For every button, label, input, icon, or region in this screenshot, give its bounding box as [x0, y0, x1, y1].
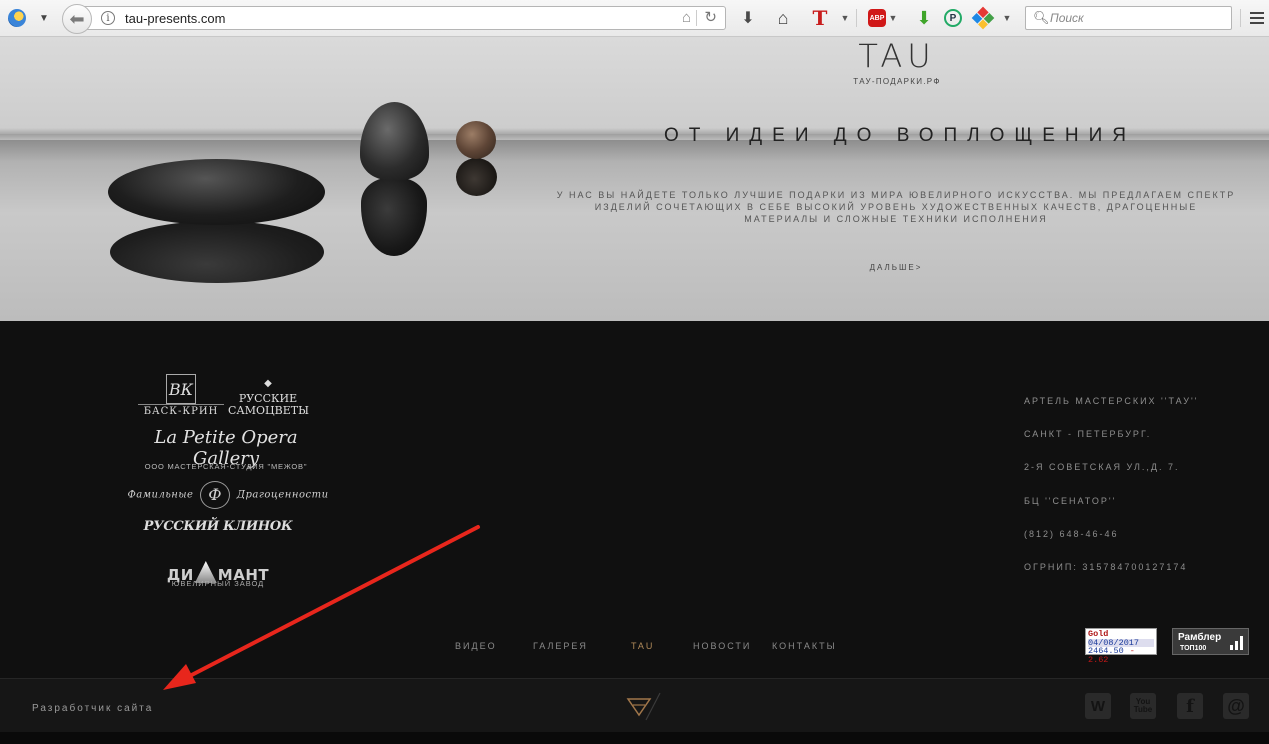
nav-tau[interactable]: TAU [631, 641, 654, 651]
egg-stone-image [360, 102, 429, 180]
page-edge [0, 732, 1269, 744]
hero-banner: TAU ТАУ-ПОДАРКИ.РФ ОТ ИДЕИ ДО ВОПЛОЩЕНИЯ… [0, 37, 1269, 321]
adblock-icon[interactable]: ABP [868, 9, 886, 27]
nav-video[interactable]: ВИДЕО [455, 641, 497, 651]
youtube-icon[interactable]: You Tube [1130, 693, 1156, 719]
search-icon: 🔍︎ [1033, 10, 1050, 25]
gold-values: 2464.50 -2.62 [1088, 647, 1154, 664]
hero-description: У НАС ВЫ НАЙДЕТЕ ТОЛЬКО ЛУЧШИЕ ПОДАРКИ И… [556, 190, 1236, 224]
rambler-name: Рамблер [1178, 632, 1222, 643]
nav-news[interactable]: НОВОСТИ [693, 641, 751, 651]
family-monogram-icon: Ф [200, 481, 231, 509]
more-link[interactable]: ДАЛЬШЕ> [846, 263, 946, 272]
stone-reflection [110, 221, 324, 283]
mail-icon[interactable]: @ [1223, 693, 1249, 719]
arrow-left-icon: ⬅ [69, 8, 85, 29]
contact-street: 2-Я СОВЕТСКАЯ УЛ.,Д. 7. [1024, 462, 1180, 473]
bask-krin-monogram-icon[interactable]: ВК [166, 374, 196, 404]
chevron-down-icon[interactable]: ▼ [1002, 7, 1012, 29]
contact-phone[interactable]: (812) 648-46-46 [1024, 529, 1254, 562]
bottom-bar: Разработчик сайта W You Tube f @ [0, 678, 1269, 732]
footer: ВК БАСК-КРИН ◆ РУССКИЕ САМОЦВЕТЫ La Peti… [0, 321, 1269, 678]
family-word1: Фамильные [127, 489, 194, 501]
browser-toolbar: ▼ i tau-presents.com ⌂ ↻ ⬅ ⬇ ⌂ T ▼ ABP ▼… [0, 0, 1269, 37]
gold-price-widget[interactable]: Gold 04/08/2017 2464.50 -2.62 [1085, 628, 1157, 664]
contact-building: БЦ ''СЕНАТОР'' [1024, 495, 1117, 506]
mezhov-studio-logo[interactable]: ООО МАСТЕРСКАЯ-СТУДИЯ "МЕЖОВ" [126, 462, 326, 471]
nav-contacts[interactable]: КОНТАКТЫ [772, 641, 837, 651]
contact-ogrnip: ОГРНИП: 315784700127174 [1024, 561, 1188, 572]
home-icon[interactable]: ⌂ [772, 7, 794, 29]
russian-gems-logo[interactable]: РУССКИЕ САМОЦВЕТЫ [228, 393, 309, 417]
reload-icon[interactable]: ↻ [704, 8, 717, 26]
back-button[interactable]: ⬅ [62, 4, 92, 34]
download-helper-icon[interactable]: ⬇ [914, 7, 934, 29]
site-home-icon[interactable]: ⌂ [682, 9, 691, 26]
vk-icon[interactable]: W [1085, 693, 1111, 719]
info-icon[interactable]: i [101, 11, 115, 25]
search-bar[interactable]: 🔍︎ [1025, 6, 1232, 30]
translate-t-icon[interactable]: T [810, 6, 830, 30]
url-text[interactable]: tau-presents.com [125, 11, 225, 26]
partner-logos: ВК БАСК-КРИН ◆ РУССКИЕ САМОЦВЕТЫ La Peti… [118, 369, 338, 599]
small-stone-image [456, 121, 496, 159]
rambler-top: ТОП100 [1180, 645, 1207, 652]
downloads-icon[interactable]: ⬇ [738, 7, 758, 29]
contact-city: САНКТ - ПЕТЕРБУРГ. [1024, 429, 1152, 440]
chevron-down-icon[interactable]: ▼ [38, 10, 50, 26]
divider [1240, 9, 1241, 27]
nav-gallery[interactable]: ГАЛЕРЕЯ [533, 641, 588, 651]
search-input[interactable] [1050, 10, 1225, 26]
bar-chart-icon [1230, 636, 1243, 650]
contact-company: АРТЕЛЬ МАСТЕРСКИХ ''ТАУ'' [1024, 396, 1199, 406]
family-jewels-logo[interactable]: Фамильные Ф Драгоценности [118, 481, 338, 509]
hero-title: ОТ ИДЕИ ДО ВОПЛОЩЕНИЯ [663, 125, 1137, 146]
rambler-top100-badge[interactable]: Рамблер ТОП100 [1172, 628, 1249, 655]
chevron-down-icon[interactable]: ▼ [840, 7, 850, 29]
site-domain: ТАУ-ПОДАРКИ.РФ [853, 77, 941, 86]
chevron-down-icon[interactable]: ▼ [888, 7, 898, 29]
russian-gems-line2: САМОЦВЕТЫ [228, 404, 309, 417]
russian-blade-logo[interactable]: РУССКИЙ КЛИНОК [138, 519, 298, 534]
stone-reflection [361, 178, 427, 256]
flat-stone-image [108, 159, 325, 225]
youtube-text-2: Tube [1133, 705, 1153, 714]
footer-nav: ВИДЕО ГАЛЕРЕЯ TAU НОВОСТИ КОНТАКТЫ [0, 641, 1269, 655]
stone-reflection [456, 158, 497, 196]
bask-krin-logo[interactable]: БАСК-КРИН [138, 404, 224, 417]
p-extension-icon[interactable]: P [944, 9, 962, 27]
diamond-icon: ◆ [264, 378, 272, 389]
family-word2: Драгоценности [236, 489, 329, 501]
developer-link[interactable]: Разработчик сайта [32, 703, 153, 714]
divider [696, 10, 697, 26]
url-bar[interactable]: i tau-presents.com ⌂ ↻ [84, 6, 726, 30]
facebook-icon[interactable]: f [1177, 693, 1203, 719]
hamburger-menu-icon[interactable] [1248, 7, 1266, 29]
site-logo[interactable]: TAU [838, 37, 956, 75]
divider [856, 9, 857, 27]
diamant-subtitle: ЮВЕЛИРНЫЙ ЗАВОД [171, 579, 265, 588]
firefox-logo-icon[interactable] [8, 9, 26, 27]
colored-grid-icon[interactable] [971, 6, 995, 30]
contact-info: АРТЕЛЬ МАСТЕРСКИХ ''ТАУ'' САНКТ - ПЕТЕРБ… [1024, 396, 1254, 595]
tau-mark-icon[interactable] [624, 691, 664, 721]
